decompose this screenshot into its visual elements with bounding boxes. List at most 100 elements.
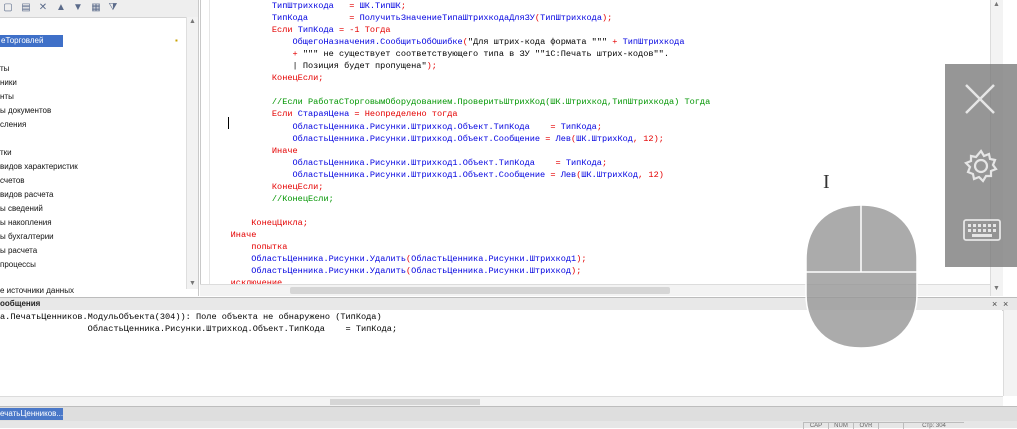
overlay-settings-button[interactable] bbox=[945, 132, 1017, 198]
toolbar-filter-icon[interactable]: ⧩ bbox=[107, 2, 119, 14]
tree-item[interactable]: ы расчета bbox=[0, 245, 37, 257]
code-token: Лев bbox=[560, 170, 577, 180]
tree-item[interactable]: тки bbox=[0, 147, 12, 159]
code-line[interactable]: попытка bbox=[210, 241, 287, 253]
code-token: Неопределено bbox=[364, 109, 432, 119]
code-line[interactable]: | Позиция будет пропущена"); bbox=[210, 60, 437, 72]
code-line[interactable]: КонецЦикла; bbox=[210, 217, 308, 229]
tree-item[interactable]: ы документов bbox=[0, 105, 51, 117]
code-token: тогда bbox=[431, 109, 458, 119]
scroll-up-icon[interactable]: ▲ bbox=[991, 0, 1002, 10]
code-token: ); bbox=[571, 266, 582, 276]
code-line[interactable]: ОбщегоНазначения.СообщитьОбОшибке("Для ш… bbox=[210, 36, 685, 48]
tree-item[interactable]: нты bbox=[0, 91, 14, 103]
scrollbar-thumb[interactable] bbox=[290, 287, 670, 294]
code-line[interactable]: Если ТипКода = -1 Тогда bbox=[210, 24, 391, 36]
code-line[interactable]: КонецЕсли; bbox=[210, 72, 324, 84]
tree-item[interactable]: сления bbox=[0, 119, 26, 131]
tree-item[interactable]: счетов bbox=[0, 175, 25, 187]
tree-item[interactable]: ы накопления bbox=[0, 217, 52, 229]
scrollbar-thumb[interactable] bbox=[330, 399, 480, 405]
code-token: + bbox=[607, 37, 623, 47]
tree-item[interactable]: ы бухгалтерии bbox=[0, 231, 54, 243]
messages-close-icon[interactable]: × bbox=[992, 299, 997, 309]
code-line[interactable]: ОбластьЦенника.Рисунки.Удалить(ОбластьЦе… bbox=[210, 265, 581, 277]
tree-item[interactable]: видов расчета bbox=[0, 189, 54, 201]
tree-item[interactable]: ы сведений bbox=[0, 203, 43, 215]
tree-item[interactable]: е источники данных bbox=[0, 285, 74, 297]
code-line[interactable]: КонецЕсли; bbox=[210, 181, 324, 193]
tree-item[interactable]: видов характеристик bbox=[0, 161, 78, 173]
tree-item[interactable]: процессы bbox=[0, 259, 36, 271]
code-token: Тогда bbox=[364, 25, 391, 35]
messages-vertical-scrollbar[interactable] bbox=[1003, 310, 1017, 396]
code-token: Иначе bbox=[271, 146, 298, 156]
lock-icon: ▪ bbox=[175, 36, 178, 45]
code-token: ); bbox=[576, 254, 587, 264]
code-line[interactable]: ОбластьЦенника.Рисунки.Штрихкод1.Объект.… bbox=[210, 169, 664, 181]
scroll-down-icon[interactable]: ▼ bbox=[187, 279, 198, 289]
code-token: Иначе bbox=[230, 230, 257, 240]
code-token: СтараяЦена bbox=[297, 109, 350, 119]
status-bar: CAP NUM OVR Стр: 304 bbox=[0, 421, 1017, 429]
code-line[interactable]: + """ не существует соответствующего тип… bbox=[210, 48, 669, 60]
scroll-down-icon[interactable]: ▼ bbox=[991, 284, 1002, 294]
code-line[interactable]: ОбластьЦенника.Рисунки.Штрихкод.Объект.С… bbox=[210, 133, 664, 145]
code-token: Если bbox=[271, 109, 298, 119]
code-token: ОбластьЦенника.Рисунки.Штрихкод.Объект.С… bbox=[292, 134, 541, 144]
code-line[interactable]: //Если РаботаСТорговымОборудованием.Пров… bbox=[210, 96, 710, 108]
mouse-icon bbox=[805, 204, 918, 349]
overlay-close-button[interactable] bbox=[945, 66, 1017, 132]
close-icon bbox=[965, 84, 995, 114]
code-line[interactable]: ОбластьЦенника.Рисунки.Штрихкод.Объект.Т… bbox=[210, 121, 602, 133]
overlay-keyboard-button[interactable] bbox=[945, 198, 1017, 264]
window-tab-active[interactable]: ечатьЦенников... bbox=[0, 408, 63, 420]
toolbar-add-icon[interactable]: ▢ bbox=[2, 2, 14, 14]
code-line[interactable]: ОбластьЦенника.Рисунки.Штрихкод1.Объект.… bbox=[210, 157, 608, 169]
code-token: ; bbox=[596, 122, 602, 132]
code-token: ШК.ШтрихКод bbox=[581, 170, 639, 180]
code-token: ШК.ШтрихКод bbox=[576, 134, 633, 144]
toolbar-delete-icon[interactable]: ✕ bbox=[37, 2, 49, 14]
code-line[interactable]: Если СтараяЦена = Неопределено тогда bbox=[210, 108, 458, 120]
message-line[interactable]: а.ПечатьЦенников.МодульОбъекта(304)): По… bbox=[0, 311, 382, 323]
code-token: КонецЦикла; bbox=[251, 218, 308, 228]
code-token: Лев bbox=[555, 134, 572, 144]
toolbar-copy-icon[interactable]: ▤ bbox=[20, 2, 32, 14]
code-line[interactable]: //КонецЕсли; bbox=[210, 193, 334, 205]
tree-item-selected[interactable]: еТорговлей bbox=[0, 35, 63, 47]
code-token: ); bbox=[426, 61, 437, 71]
code-line[interactable]: ТипШтрихкода = ШК.ТипШК; bbox=[210, 0, 406, 12]
toolbar-move-up-icon[interactable]: ▲ bbox=[55, 2, 67, 14]
code-token: ТипКода bbox=[297, 25, 334, 35]
toolbar-sort-icon[interactable]: ▦ bbox=[90, 2, 102, 14]
code-token: //КонецЕсли; bbox=[271, 194, 334, 204]
tree-item[interactable]: ты bbox=[0, 63, 9, 75]
remote-control-overlay bbox=[945, 64, 1017, 267]
code-line[interactable]: ОбластьЦенника.Рисунки.Удалить(ОбластьЦе… bbox=[210, 253, 587, 265]
code-line[interactable]: Иначе bbox=[210, 229, 257, 241]
virtual-mouse-widget[interactable] bbox=[805, 204, 918, 349]
code-token: = bbox=[534, 158, 566, 168]
code-line[interactable]: ТипКода = ПолучитьЗначениеТипаШтрихкодаД… bbox=[210, 12, 612, 24]
code-token: ТипШтрихкода bbox=[271, 1, 334, 11]
message-line[interactable]: ОбластьЦенника.Рисунки.Штрихкод.Объект.Т… bbox=[0, 323, 397, 335]
toolbar-move-down-icon[interactable]: ▼ bbox=[72, 2, 84, 14]
scroll-up-icon[interactable]: ▲ bbox=[187, 17, 198, 27]
code-token: = bbox=[349, 109, 365, 119]
code-token: , 12) bbox=[638, 170, 664, 180]
messages-title: ообщения bbox=[0, 299, 41, 308]
tree-item[interactable]: ники bbox=[0, 77, 17, 89]
code-token: | Позиция будет пропущена" bbox=[292, 61, 427, 71]
messages-pin-icon[interactable]: × bbox=[1003, 299, 1008, 309]
code-token: ОбластьЦенника.Рисунки.Удалить bbox=[251, 254, 406, 264]
code-line[interactable]: Иначе bbox=[210, 145, 298, 157]
tree-vertical-scrollbar[interactable]: ▲ ▼ bbox=[186, 17, 198, 289]
code-token: ТипШтрихкода bbox=[540, 13, 602, 23]
